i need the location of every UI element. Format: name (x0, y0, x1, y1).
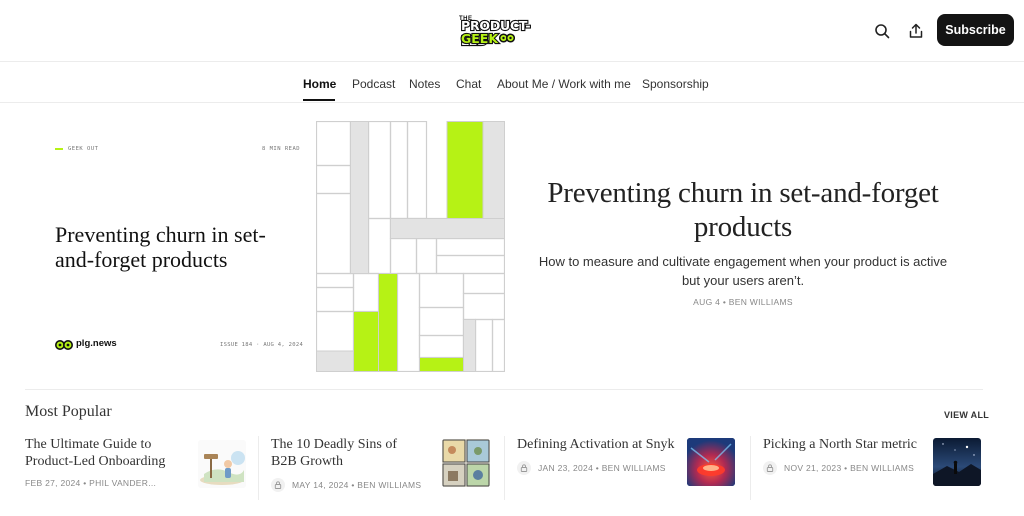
popular-post-title: Picking a North Star metric (763, 437, 917, 452)
popular-post-item[interactable]: Picking a North Star metric NOV 21, 2023… (763, 436, 988, 498)
plg-brand-label: plg.news (76, 338, 117, 349)
featured-post-meta: AUG 4 • BEN WILLIAMS (693, 297, 793, 307)
search-icon (875, 24, 890, 39)
popular-post-meta-row: JAN 23, 2024 • BEN WILLIAMS (517, 461, 666, 475)
post-thumbnail (687, 438, 735, 486)
item-separator (504, 436, 505, 500)
nav-item-home[interactable]: Home (303, 77, 336, 91)
nav-item-chat[interactable]: Chat (456, 77, 481, 91)
share-icon (909, 23, 923, 38)
geometric-pattern-image (316, 121, 505, 372)
popular-post-title: Defining Activation at Snyk (517, 437, 675, 452)
popular-post-item[interactable]: The Ultimate Guide to Product-Led Onboar… (25, 436, 250, 498)
search-button[interactable] (871, 20, 893, 42)
popular-post-meta: FEB 27, 2024 • PHIL VANDER... (25, 478, 157, 488)
card-issue: ISSUE 184 · AUG 4, 2024 (220, 342, 304, 348)
lock-icon (517, 461, 531, 475)
plg-brand: plg.news (55, 338, 125, 352)
popular-post-meta-row: NOV 21, 2023 • BEN WILLIAMS (763, 461, 914, 475)
main-nav: Home Podcast Notes Chat About Me / Work … (0, 63, 1024, 103)
logo-line-3: GEEK (460, 30, 499, 47)
popular-post-title: The 10 Deadly Sins of B2B Growth (271, 437, 397, 469)
popular-post-meta: NOV 21, 2023 • BEN WILLIAMS (784, 463, 915, 473)
nav-item-about[interactable]: About Me / Work with me (497, 77, 631, 91)
popular-post-item[interactable]: The 10 Deadly Sins of B2B Growth MAY 14,… (271, 436, 496, 498)
popular-post-meta-row: MAY 14, 2024 • BEN WILLIAMS (271, 478, 421, 492)
nav-item-notes[interactable]: Notes (409, 77, 440, 91)
popular-post-title: The Ultimate Guide to Product-Led Onboar… (25, 437, 166, 469)
featured-post-subtitle: How to measure and cultivate engagement … (538, 254, 948, 288)
goggles-icon (499, 33, 515, 43)
nav-item-sponsorship[interactable]: Sponsorship (642, 77, 709, 91)
popular-post-meta: MAY 14, 2024 • BEN WILLIAMS (292, 480, 422, 490)
popular-post-item[interactable]: Defining Activation at Snyk JAN 23, 2024… (517, 436, 742, 498)
kicker-accent (55, 148, 63, 150)
view-all-link[interactable]: VIEW ALL (944, 410, 989, 420)
card-title: Preventing churn in set-and-forget produ… (55, 222, 266, 272)
nav-item-podcast[interactable]: Podcast (352, 77, 395, 91)
site-logo[interactable]: THE PRODUCT-LED GEEK (459, 16, 553, 49)
post-thumbnail (198, 440, 246, 488)
goggles-icon (55, 340, 73, 350)
subscribe-button[interactable]: Subscribe (937, 14, 1014, 46)
card-kicker: GEEK OUT (68, 146, 99, 152)
most-popular-heading: Most Popular (25, 403, 112, 420)
featured-post-title[interactable]: Preventing churn in set-and-forget produ… (540, 176, 946, 244)
lock-icon (763, 461, 777, 475)
site-header: THE PRODUCT-LED GEEK Subscribe (0, 0, 1024, 62)
active-tab-indicator (303, 99, 335, 101)
section-divider (25, 389, 983, 390)
share-button[interactable] (905, 20, 927, 42)
post-thumbnail (933, 438, 981, 486)
popular-post-meta: JAN 23, 2024 • BEN WILLIAMS (538, 463, 666, 473)
item-separator (258, 436, 259, 500)
lock-icon (271, 478, 285, 492)
post-thumbnail (442, 439, 490, 487)
item-separator (750, 436, 751, 500)
card-read-time: 8 MIN READ (262, 146, 301, 152)
